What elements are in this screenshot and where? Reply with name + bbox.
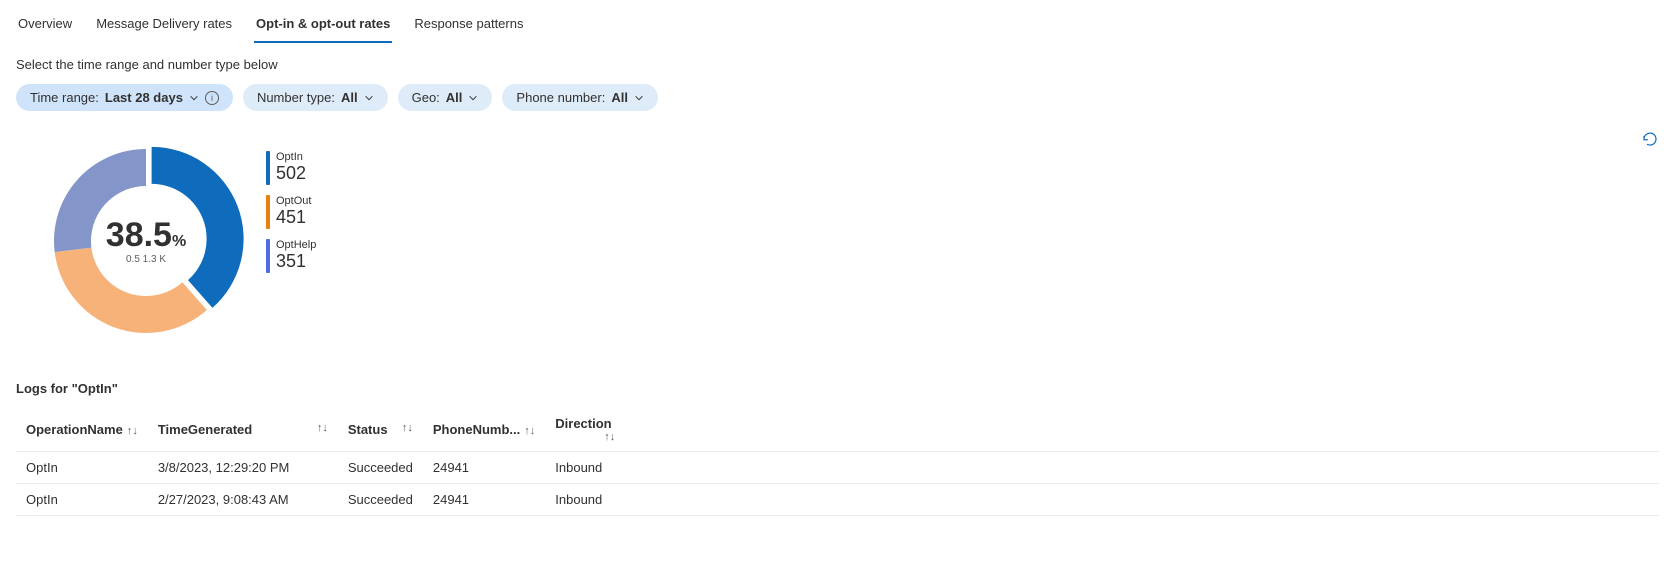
- tab-overview[interactable]: Overview: [16, 10, 74, 43]
- legend-item-opthelp[interactable]: OptHelp 351: [266, 239, 316, 273]
- donut-slice-opthelp[interactable]: [54, 149, 146, 252]
- chevron-down-icon: [364, 93, 374, 103]
- tabs-bar: Overview Message Delivery rates Opt-in &…: [16, 0, 1659, 43]
- sort-icon: ↑↓: [604, 431, 615, 443]
- chart-legend: OptIn 502 OptOut 451 OptHelp 351: [266, 141, 316, 273]
- filter-phone-number[interactable]: Phone number: All: [502, 84, 658, 111]
- table-row[interactable]: OptIn3/8/2023, 12:29:20 PMSucceeded24941…: [16, 452, 1659, 484]
- sort-icon: ↑↓: [524, 425, 535, 437]
- info-icon[interactable]: i: [205, 91, 219, 105]
- filter-bar: Time range: Last 28 days i Number type: …: [16, 84, 1659, 111]
- cell-status: Succeeded: [338, 452, 423, 484]
- instruction-text: Select the time range and number type be…: [16, 57, 1659, 72]
- col-header-status[interactable]: Status↑↓: [338, 408, 423, 452]
- cell-time: 2/27/2023, 9:08:43 AM: [148, 484, 338, 516]
- donut-slice-optin[interactable]: [152, 147, 244, 308]
- legend-item-optin[interactable]: OptIn 502: [266, 151, 316, 185]
- cell-phone: 24941: [423, 452, 545, 484]
- logs-table: OperationName↑↓ TimeGenerated↑↓ Status↑↓…: [16, 408, 1659, 516]
- cell-op: OptIn: [16, 484, 148, 516]
- col-spacer: [625, 408, 1659, 452]
- filter-number-type[interactable]: Number type: All: [243, 84, 388, 111]
- filter-label: Phone number:: [516, 90, 605, 105]
- chevron-down-icon: [189, 93, 199, 103]
- legend-label: OptOut: [276, 195, 311, 207]
- filter-value: All: [611, 90, 628, 105]
- legend-color-bar: [266, 151, 270, 185]
- filter-value: All: [446, 90, 463, 105]
- col-header-phone[interactable]: PhoneNumb...↑↓: [423, 408, 545, 452]
- legend-item-optout[interactable]: OptOut 451: [266, 195, 316, 229]
- cell-phone: 24941: [423, 484, 545, 516]
- donut-chart[interactable]: 38.5% 0.5 1.3 K: [46, 141, 246, 341]
- filter-value: Last 28 days: [105, 90, 183, 105]
- sort-icon: ↑↓: [317, 422, 328, 434]
- filter-label: Time range:: [30, 90, 99, 105]
- legend-label: OptHelp: [276, 239, 316, 251]
- filter-geo[interactable]: Geo: All: [398, 84, 493, 111]
- chevron-down-icon: [468, 93, 478, 103]
- sort-icon: ↑↓: [402, 422, 413, 434]
- filter-value: All: [341, 90, 358, 105]
- legend-label: OptIn: [276, 151, 306, 163]
- sort-icon: ↑↓: [127, 425, 138, 437]
- cell-op: OptIn: [16, 452, 148, 484]
- col-header-operation[interactable]: OperationName↑↓: [16, 408, 148, 452]
- filter-label: Geo:: [412, 90, 440, 105]
- undo-button[interactable]: [1641, 130, 1659, 151]
- filter-label: Number type:: [257, 90, 335, 105]
- legend-value: 351: [276, 251, 316, 272]
- donut-slice-optout[interactable]: [55, 248, 207, 333]
- filter-time-range[interactable]: Time range: Last 28 days i: [16, 84, 233, 111]
- legend-value: 451: [276, 207, 311, 228]
- chart-area: 38.5% 0.5 1.3 K OptIn 502 OptOut 451 Opt…: [16, 141, 1659, 341]
- tab-response-patterns[interactable]: Response patterns: [412, 10, 525, 43]
- cell-status: Succeeded: [338, 484, 423, 516]
- undo-icon: [1641, 136, 1659, 151]
- tab-message-delivery[interactable]: Message Delivery rates: [94, 10, 234, 43]
- legend-color-bar: [266, 239, 270, 273]
- legend-value: 502: [276, 163, 306, 184]
- logs-title: Logs for "OptIn": [16, 381, 1659, 396]
- cell-time: 3/8/2023, 12:29:20 PM: [148, 452, 338, 484]
- cell-dir: Inbound: [545, 452, 625, 484]
- tab-optin-optout[interactable]: Opt-in & opt-out rates: [254, 10, 392, 43]
- chevron-down-icon: [634, 93, 644, 103]
- col-header-direction[interactable]: Direction↑↓: [545, 408, 625, 452]
- col-header-time[interactable]: TimeGenerated↑↓: [148, 408, 338, 452]
- legend-color-bar: [266, 195, 270, 229]
- table-row[interactable]: OptIn2/27/2023, 9:08:43 AMSucceeded24941…: [16, 484, 1659, 516]
- cell-dir: Inbound: [545, 484, 625, 516]
